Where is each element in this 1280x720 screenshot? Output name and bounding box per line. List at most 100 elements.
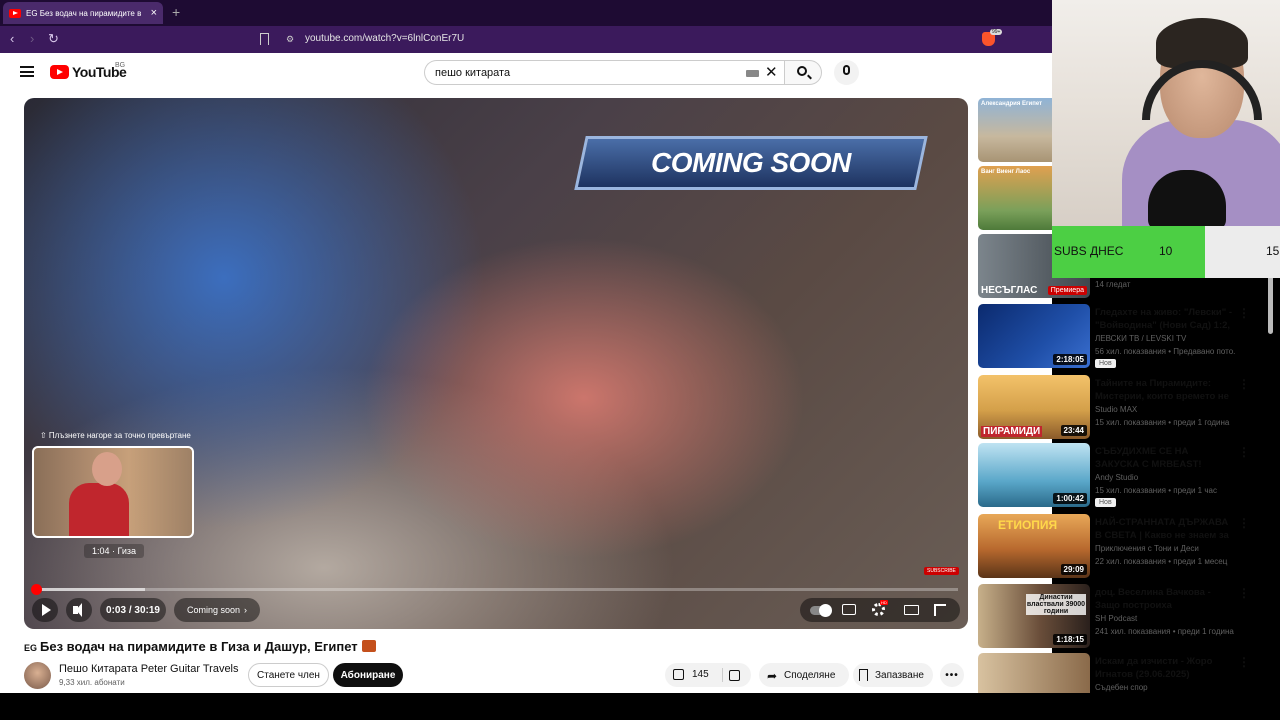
rec-title[interactable]: доц. Веселина Вачкова - Защо построиха п… bbox=[1095, 586, 1235, 612]
flag-prefix: EG bbox=[24, 643, 38, 653]
search-value: пешо китарата bbox=[435, 67, 511, 79]
recommendation-item[interactable]: ПИРАМИДИ 23:44 Тайните на Пирамидите: Ми… bbox=[978, 375, 1268, 439]
subtitles-icon[interactable] bbox=[842, 604, 856, 615]
tab-close-icon[interactable]: × bbox=[151, 7, 157, 19]
address-bar: ‹ › ↻ ⚙ youtube.com/watch?v=6lnlConEr7U … bbox=[0, 26, 1052, 53]
rec-meta: 15 хил. показвания • преди 1 година bbox=[1095, 418, 1230, 427]
channel-avatar[interactable] bbox=[24, 662, 51, 689]
theater-mode-icon[interactable] bbox=[904, 605, 919, 615]
subscribe-watermark[interactable]: SUBSCRIBE bbox=[924, 567, 959, 575]
more-actions-button[interactable]: ••• bbox=[940, 663, 964, 687]
recommendation-item[interactable]: Династии властвали 39000 години 1:18:15 … bbox=[978, 584, 1268, 648]
search-icon bbox=[797, 66, 807, 76]
chapter-button[interactable]: Coming soon › bbox=[174, 598, 260, 622]
forward-icon[interactable]: › bbox=[30, 31, 34, 46]
youtube-page: YouTube BG пешо китарата ✕ COMING SOON ⇧… bbox=[0, 53, 1250, 693]
rec-thumb-text: Династии властвали 39000 години bbox=[1026, 594, 1086, 615]
youtube-favicon-icon bbox=[9, 8, 21, 18]
video-player[interactable]: COMING SOON ⇧ Плъзнете нагоре за точно п… bbox=[24, 98, 968, 629]
recommendation-item[interactable]: 2:18:05 Гледахте на живо: "Левски" - "Во… bbox=[978, 304, 1268, 368]
search-button[interactable] bbox=[784, 60, 822, 85]
more-vert-icon[interactable]: ⋮ bbox=[1238, 586, 1250, 600]
rec-channel[interactable]: Studio MAX bbox=[1095, 405, 1137, 414]
seek-preview-thumbnail bbox=[32, 446, 194, 538]
rec-meta: 56 хил. показвания • Предавано пото... bbox=[1095, 347, 1235, 356]
new-badge: Нов bbox=[1095, 498, 1116, 507]
browser-tab[interactable]: EG Без водач на пирамидите в × bbox=[3, 2, 163, 24]
voice-search-button[interactable] bbox=[834, 60, 859, 85]
rec-channel[interactable]: SH Podcast bbox=[1095, 614, 1137, 623]
rec-thumb-text: ПИРАМИДИ bbox=[981, 426, 1043, 437]
rec-meta: 22 хил. показвания • преди 1 месец bbox=[1095, 557, 1228, 566]
join-button[interactable]: Станете член bbox=[248, 663, 329, 687]
preview-head bbox=[92, 452, 122, 486]
keyboard-icon[interactable] bbox=[746, 70, 759, 77]
tab-title: EG Без водач на пирамидите в bbox=[26, 8, 142, 18]
premiere-badge: Премиера bbox=[1047, 286, 1087, 295]
rec-title[interactable]: НАЙ-СТРАННАТА ДЪРЖАВА В СВЕТА | Какво не… bbox=[1095, 516, 1235, 542]
menu-icon[interactable] bbox=[20, 66, 34, 77]
preview-person bbox=[69, 483, 129, 536]
save-button[interactable]: Запазване bbox=[853, 663, 933, 687]
channel-name[interactable]: Пешо Китарата Peter Guitar Travels bbox=[59, 663, 239, 675]
progress-scrubber-handle[interactable] bbox=[30, 584, 42, 595]
share-button[interactable]: ➦ Споделяне bbox=[759, 663, 849, 687]
rec-channel[interactable]: Съдебен спор bbox=[1095, 683, 1148, 692]
recommendation-item[interactable]: Искам да изчисти - Жоро Игнатов (29.06.2… bbox=[978, 653, 1268, 693]
search-input[interactable]: пешо китарата ✕ bbox=[424, 60, 784, 85]
rec-thumbnail[interactable]: ЕТИОПИЯ 29:09 bbox=[978, 514, 1090, 578]
url-field[interactable]: youtube.com/watch?v=6lnlConEr7U bbox=[305, 33, 464, 44]
rec-thumbnail[interactable]: 2:18:05 bbox=[978, 304, 1090, 368]
rec-meta: 241 хил. показвания • преди 1 година bbox=[1095, 627, 1234, 636]
like-icon[interactable] bbox=[673, 669, 684, 680]
fullscreen-icon[interactable] bbox=[934, 604, 946, 616]
rec-duration: 29:09 bbox=[1060, 564, 1087, 575]
autoplay-toggle[interactable] bbox=[810, 604, 832, 617]
rec-thumbnail[interactable]: ПИРАМИДИ 23:44 bbox=[978, 375, 1090, 439]
recommendation-item[interactable]: ЕТИОПИЯ 29:09 НАЙ-СТРАННАТА ДЪРЖАВА В СВ… bbox=[978, 514, 1268, 578]
brave-badge: 99+ bbox=[990, 29, 1003, 35]
video-title-text: Без водач на пирамидите в Гиза и Дашур, … bbox=[40, 639, 358, 654]
more-vert-icon[interactable]: ⋮ bbox=[1238, 306, 1250, 320]
rec-channel[interactable]: Andy Studio bbox=[1095, 473, 1138, 482]
progress-bar[interactable] bbox=[30, 584, 958, 595]
subs-current: 10 bbox=[1159, 244, 1173, 258]
rec-thumbnail[interactable]: 1:00:42 bbox=[978, 443, 1090, 507]
volume-icon[interactable] bbox=[66, 598, 92, 622]
site-info-icon[interactable]: ⚙ bbox=[286, 34, 294, 45]
back-icon[interactable]: ‹ bbox=[10, 31, 14, 46]
rec-channel[interactable]: ЛЕВСКИ ТВ / LEVSKI TV bbox=[1095, 334, 1186, 343]
more-vert-icon[interactable]: ⋮ bbox=[1238, 516, 1250, 530]
hd-badge: HD bbox=[880, 600, 888, 605]
subscribe-button[interactable]: Абониране bbox=[333, 663, 403, 687]
chapter-label: Coming soon bbox=[186, 605, 241, 615]
rec-title[interactable]: Искам да изчисти - Жоро Игнатов (29.06.2… bbox=[1095, 655, 1235, 681]
rec-duration: 1:18:15 bbox=[1053, 634, 1087, 645]
dislike-icon[interactable] bbox=[729, 670, 740, 681]
rec-duration: 2:18:05 bbox=[1053, 354, 1087, 365]
coming-soon-text: COMING SOON bbox=[651, 147, 851, 178]
reload-icon[interactable]: ↻ bbox=[48, 31, 59, 47]
rec-title[interactable]: СЪБУДИХМЕ СЕ НА ЗАКУСКА С MRBEAST! bbox=[1095, 445, 1235, 471]
new-tab-icon[interactable]: + bbox=[172, 4, 180, 20]
like-count: 145 bbox=[692, 669, 709, 680]
clear-search-icon[interactable]: ✕ bbox=[765, 63, 778, 81]
more-vert-icon[interactable]: ⋮ bbox=[1238, 655, 1250, 669]
coming-soon-banner: COMING SOON bbox=[574, 136, 928, 190]
rec-title[interactable]: Гледахте на живо: "Левски" - "Войводина"… bbox=[1095, 306, 1235, 332]
more-vert-icon[interactable]: ⋮ bbox=[1238, 377, 1250, 391]
rec-duration: 23:44 bbox=[1060, 425, 1087, 436]
rec-channel[interactable]: Приключения с Тони и Деси bbox=[1095, 544, 1199, 553]
microphone-icon bbox=[843, 65, 850, 75]
chevron-right-icon: › bbox=[244, 605, 248, 615]
rec-title[interactable]: Тайните на Пирамидите: Мистерии, които в… bbox=[1095, 377, 1235, 403]
subs-label: SUBS ДНЕС bbox=[1054, 244, 1124, 258]
rec-thumbnail[interactable]: Династии властвали 39000 години 1:18:15 bbox=[978, 584, 1090, 648]
rec-thumbnail[interactable] bbox=[978, 653, 1090, 693]
recommendation-item[interactable]: 1:00:42 СЪБУДИХМЕ СЕ НА ЗАКУСКА С MRBEAS… bbox=[978, 443, 1268, 507]
rec-thumb-text: Александрия Египет bbox=[981, 101, 1043, 107]
play-button[interactable] bbox=[32, 598, 58, 622]
more-vert-icon[interactable]: ⋮ bbox=[1238, 445, 1250, 459]
video-title: EG Без водач на пирамидите в Гиза и Дашур… bbox=[24, 639, 376, 654]
bookmark-icon[interactable] bbox=[260, 33, 269, 45]
